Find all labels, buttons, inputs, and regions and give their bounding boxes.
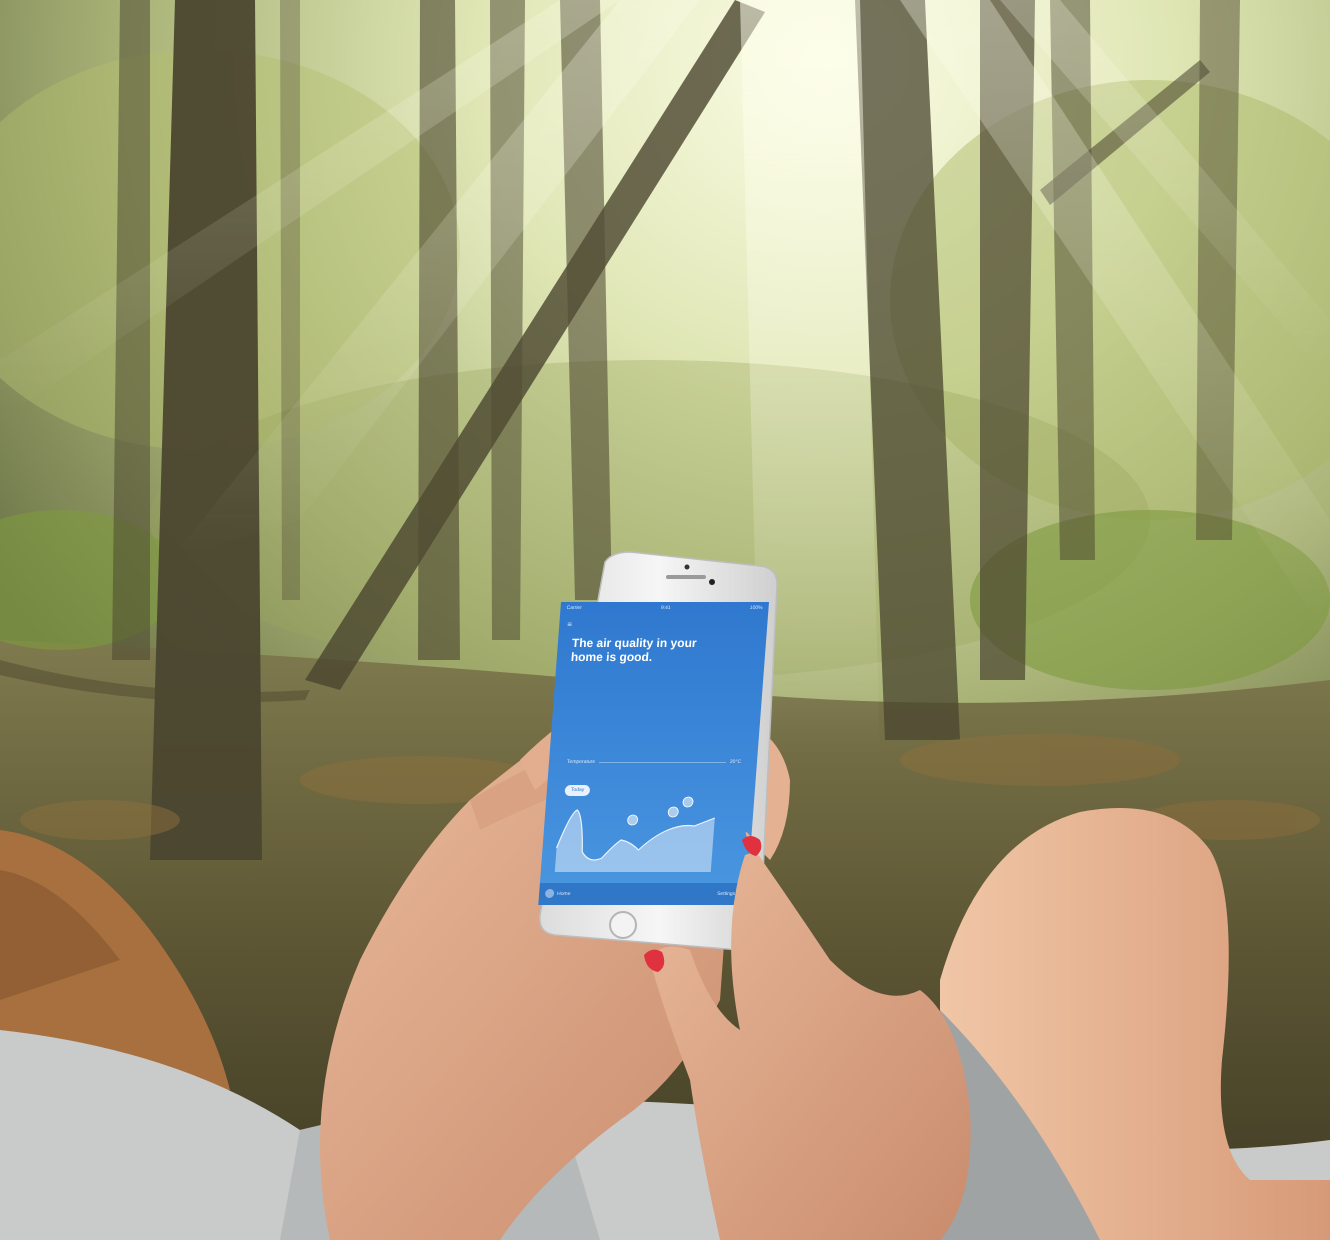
forest-photo-scene: Carrier 9:41 100% ≡ The air quality in y… (0, 0, 1330, 1240)
hand-overlay (644, 832, 971, 1240)
